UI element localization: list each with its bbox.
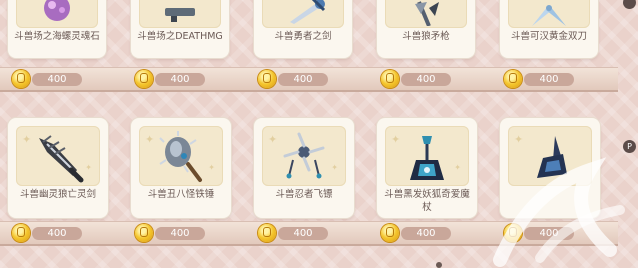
sparkle-icon: ✦ [454,163,461,172]
sparkle-icon: ✦ [22,133,32,146]
item-price: 400 [504,224,580,242]
scroll-marker[interactable] [623,0,636,9]
item-name: 斗兽黑发妖狐奇爱魔杖 [384,189,470,213]
item-price: 400 [504,70,580,88]
item-image-frame: ✦ ✦ [385,126,469,186]
sparkle-icon: ✦ [145,133,155,146]
ninja-shuriken-icon [283,132,325,179]
item-card[interactable]: 斗兽勇者之剑 [254,0,352,58]
sparkle-icon: ✦ [514,133,524,146]
ghost-wolf-sword-icon [39,135,84,183]
item-card[interactable]: ✦ [500,118,600,218]
sparkle-icon: ✦ [85,163,92,172]
item-price: 400 [381,70,457,88]
sparkle-icon: ✦ [268,133,278,146]
item-card[interactable]: ✦ ✦ 斗兽幽灵狼亡灵剑 [8,118,108,218]
item-card[interactable]: 斗兽场之DEATHMG [131,0,229,58]
machine-gun-icon [165,8,195,22]
item-name: 斗兽勇者之剑 [274,31,332,42]
price-value: 400 [524,227,574,240]
price-value: 400 [155,73,205,86]
price-value: 400 [32,227,82,240]
spiked-hammer-icon [159,131,202,182]
gold-coin-icon [135,224,153,242]
price-value: 400 [401,227,451,240]
gold-coin-icon [258,70,276,88]
page-indicator-dot [436,262,442,268]
item-image-frame [262,0,344,28]
price-value: 400 [524,73,574,86]
item-image-frame [139,0,221,28]
gold-coin-icon [12,224,30,242]
item-card[interactable]: 斗兽场之海螺灵魂石 [8,0,106,58]
item-name: 斗兽忍者飞镖 [275,189,333,200]
item-price: 400 [381,224,457,242]
price-value: 400 [278,73,328,86]
item-name: 斗兽丑八怪铁锤 [147,189,215,200]
item-card[interactable]: ✦ ✦ 斗兽丑八怪铁锤 [131,118,231,218]
shelf-price-bar: 400 400 400 400 400 [0,67,618,92]
item-card[interactable]: 斗兽可汉黄金双刀 [500,0,598,58]
item-card[interactable]: ✦ ✦ 斗兽黑发妖狐奇爱魔杖 [377,118,477,218]
scroll-marker-p[interactable]: P [623,140,636,153]
sparkle-icon: ✦ [331,163,338,172]
item-image-frame [385,0,467,28]
price-value: 400 [32,73,82,86]
item-image-frame: ✦ [508,126,592,186]
item-card[interactable]: ✦ ✦ 斗兽忍者飞镖 [254,118,354,218]
gold-coin-icon [381,224,399,242]
item-name: 斗兽可汉黄金双刀 [510,31,587,42]
gold-coin-icon [12,70,30,88]
fox-magic-wand-icon [410,136,444,180]
gold-coin-icon [258,224,276,242]
gold-coin-icon [135,70,153,88]
item-card[interactable]: 斗兽狼矛枪 [377,0,475,58]
item-image-frame [16,0,98,28]
item-price: 400 [258,224,334,242]
item-name: 斗兽场之DEATHMG [137,31,223,42]
shop-row-1: 斗兽场之海螺灵魂石 斗兽场之DEATHMG 斗兽勇者之剑 斗兽狼矛枪 斗兽可汉黄… [0,0,618,92]
item-price: 400 [135,224,211,242]
conch-soul-stone-icon [44,0,70,21]
item-image-frame: ✦ ✦ [16,126,100,186]
item-price: 400 [12,70,88,88]
gold-coin-icon [381,70,399,88]
item-price: 400 [12,224,88,242]
sparkle-icon: ✦ [208,163,215,172]
price-value: 400 [155,227,205,240]
brave-sword-icon [290,0,326,24]
item-image-frame: ✦ ✦ [262,126,346,186]
golden-twin-blades-icon [532,5,566,26]
gold-coin-icon [504,224,522,242]
item-price: 400 [135,70,211,88]
shop-grid: 斗兽场之海螺灵魂石 斗兽场之DEATHMG 斗兽勇者之剑 斗兽狼矛枪 斗兽可汉黄… [0,0,618,268]
price-value: 400 [401,73,451,86]
shelf-price-bar: 400 400 400 400 400 [0,221,618,246]
item-name: 斗兽场之海螺灵魂石 [14,31,100,42]
item-name: 斗兽幽灵狼亡灵剑 [19,189,96,200]
item-image-frame [508,0,590,28]
dark-lance-icon [537,136,567,178]
item-image-frame: ✦ ✦ [139,126,223,186]
gold-coin-icon [504,70,522,88]
sparkle-icon: ✦ [391,133,401,146]
item-price: 400 [258,70,334,88]
price-value: 400 [278,227,328,240]
shop-row-2: ✦ ✦ 斗兽幽灵狼亡灵剑 ✦ ✦ 斗兽丑八怪铁锤 ✦ ✦ 斗兽忍者飞镖 ✦ ✦ … [0,114,618,254]
item-name: 斗兽狼矛枪 [402,31,450,42]
wolf-spear-icon [415,1,439,26]
